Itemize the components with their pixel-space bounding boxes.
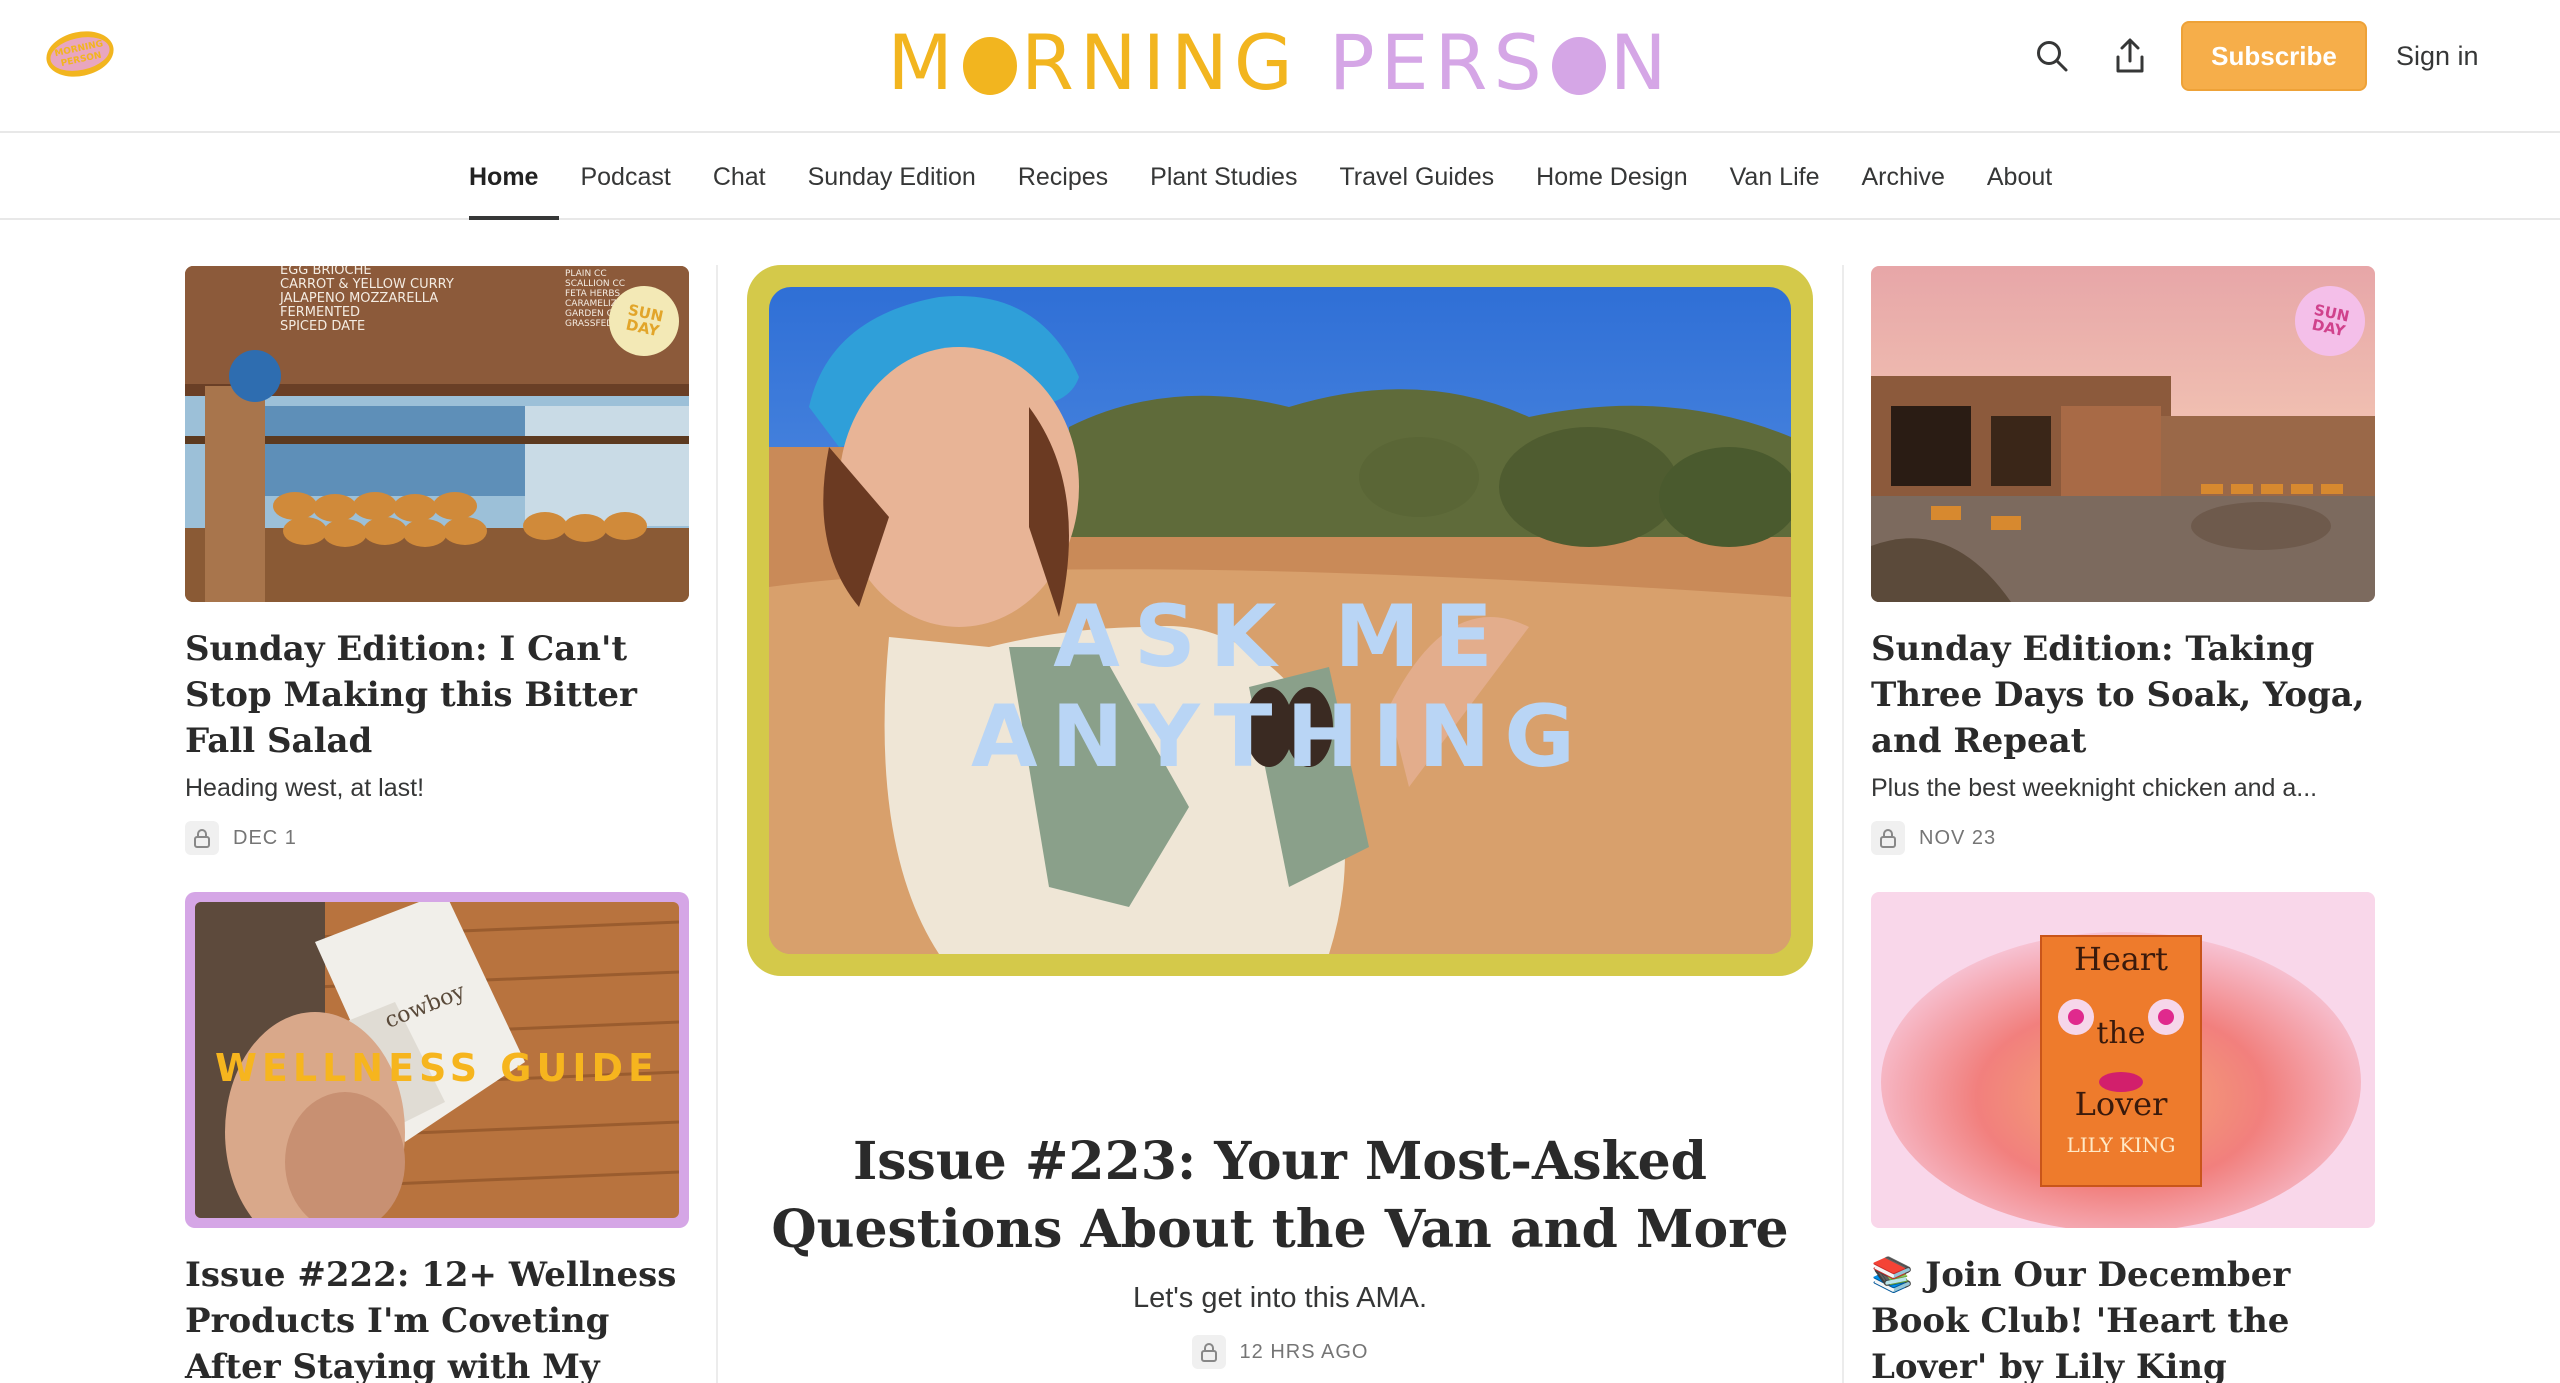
sign-in-link[interactable]: Sign in [2396, 21, 2479, 91]
book-title-line: Lover [2074, 1085, 2168, 1123]
nav-item-about[interactable]: About [1966, 135, 2073, 220]
svg-text:SCALLION CC: SCALLION CC [565, 279, 625, 289]
main-nav: Home Podcast Chat Sunday Edition Recipes… [0, 135, 2560, 220]
post-subtitle: Plus the best weeknight chicken and a... [1871, 774, 2318, 802]
nav-item-sunday-edition[interactable]: Sunday Edition [787, 135, 997, 220]
nav-item-recipes[interactable]: Recipes [997, 135, 1129, 220]
book-title-line: the [2096, 1016, 2146, 1051]
morning-person-logo[interactable]: MORNING PERSON [42, 26, 118, 82]
post-meta: DEC 1 [185, 821, 689, 855]
post-card-wellness-products[interactable]: WELLNESS GUIDE cowboy Issue #222: 12+ We… [185, 892, 689, 1383]
svg-text:FERMENTED: FERMENTED [280, 305, 360, 320]
nav-item-plant-studies[interactable]: Plant Studies [1129, 135, 1318, 220]
svg-text:JALAPENO MOZZARELLA: JALAPENO MOZZARELLA [279, 291, 438, 306]
svg-text:SPICED DATE: SPICED DATE [280, 319, 365, 334]
wordmark-person: PERS N [1328, 18, 1673, 107]
post-card-book-club[interactable]: Heart the Lover LILY KING 📚 Join Our Dec… [1871, 892, 2375, 1383]
share-icon[interactable] [2108, 34, 2152, 78]
post-thumbnail-book[interactable]: Heart the Lover LILY KING [1871, 892, 2375, 1228]
featured-post[interactable]: ASK ME ANYTHING Issue #223: Your Most-As… [747, 265, 1813, 1369]
lock-icon [185, 821, 219, 855]
featured-post-title[interactable]: Issue #223: Your Most-Asked Questions Ab… [747, 1128, 1813, 1264]
post-thumbnail-bakery[interactable]: EGG BRIOCHE CARROT & YELLOW CURRY JALAPE… [185, 266, 689, 602]
search-icon[interactable] [2030, 34, 2074, 78]
featured-post-meta: 12 HRS AGO [747, 1335, 1813, 1369]
wordmark-morning: M RNING [887, 18, 1299, 107]
post-thumbnail-wellness[interactable]: WELLNESS GUIDE cowboy [185, 892, 689, 1228]
post-meta: NOV 23 [1871, 821, 2375, 855]
column-divider [716, 265, 718, 1383]
nav-item-chat[interactable]: Chat [692, 135, 787, 220]
nav-item-home[interactable]: Home [469, 135, 560, 220]
book-title-line: Heart [2073, 940, 2169, 978]
lock-icon [1871, 821, 1905, 855]
nav-item-travel-guides[interactable]: Travel Guides [1318, 135, 1515, 220]
book-cover: Heart the Lover LILY KING [2041, 936, 2201, 1186]
post-thumbnail-resort[interactable]: SUN DAY [1871, 266, 2375, 602]
book-author: LILY KING [2066, 1133, 2176, 1157]
wellness-guide-overlay: WELLNESS GUIDE [214, 1046, 659, 1090]
post-date: DEC 1 [233, 826, 297, 849]
post-date: 12 HRS AGO [1239, 1340, 1369, 1363]
lock-icon [1191, 1335, 1226, 1369]
nav-item-archive[interactable]: Archive [1841, 135, 1966, 220]
post-subtitle: Heading west, at last! [185, 774, 425, 802]
post-title[interactable]: Issue #222: 12+ Wellness Products I'm Co… [185, 1252, 689, 1383]
column-divider [1842, 265, 1844, 1383]
post-card-bitter-fall-salad[interactable]: EGG BRIOCHE CARROT & YELLOW CURRY JALAPE… [185, 266, 689, 855]
post-title[interactable]: Sunday Edition: Taking Three Days to Soa… [1871, 626, 2375, 764]
svg-text:PLAIN CC: PLAIN CC [565, 269, 607, 279]
ask-me-anything-overlay: ASK ME ANYTHING [970, 587, 1589, 787]
top-bar: MORNING PERSON M RNING PERS N Subscribe Si… [0, 0, 2560, 133]
nav-item-podcast[interactable]: Podcast [559, 135, 691, 220]
svg-text:FETA HERBS: FETA HERBS [565, 289, 620, 299]
featured-post-image-frame[interactable]: ASK ME ANYTHING [747, 265, 1813, 976]
featured-post-subtitle: Let's get into this AMA. [1132, 1282, 1428, 1314]
featured-post-image: ASK ME ANYTHING [769, 287, 1791, 954]
nav-item-home-design[interactable]: Home Design [1515, 135, 1708, 220]
nav-item-van-life[interactable]: Van Life [1709, 135, 1841, 220]
subscribe-button[interactable]: Subscribe [2181, 21, 2367, 91]
post-title[interactable]: 📚 Join Our December Book Club! 'Heart th… [1871, 1252, 2375, 1383]
post-title[interactable]: Sunday Edition: I Can't Stop Making this… [185, 626, 689, 764]
post-date: NOV 23 [1919, 826, 1997, 849]
post-card-soak-yoga-repeat[interactable]: SUN DAY Sunday Edition: Taking Three Day… [1871, 266, 2375, 855]
svg-text:CARROT & YELLOW CURRY: CARROT & YELLOW CURRY [280, 277, 454, 292]
site-wordmark[interactable]: M RNING PERS N [830, 10, 1730, 115]
